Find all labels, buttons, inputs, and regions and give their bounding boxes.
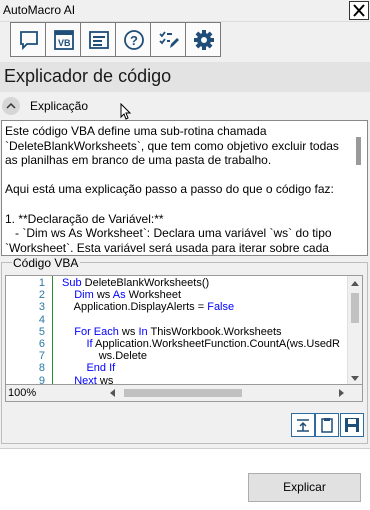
- document-button[interactable]: [80, 22, 116, 57]
- code-editor[interactable]: 123456789 Sub DeleteBlankWorksheets() Di…: [5, 275, 363, 385]
- header-band: Explicador de código: [0, 62, 370, 92]
- code-line: For Each ws In ThisWorkbook.Worksheets: [62, 325, 282, 338]
- help-icon: ?: [124, 30, 144, 50]
- code-line: ws.Delete: [62, 350, 147, 362]
- line-number: 2: [38, 289, 45, 302]
- chat-button[interactable]: [10, 22, 46, 57]
- mouse-cursor-icon: [120, 103, 132, 120]
- close-icon: [353, 4, 365, 17]
- line-number: 3: [38, 301, 45, 314]
- insert-code-icon: [297, 419, 309, 432]
- code-keyword: Dim: [74, 289, 94, 302]
- save-icon: [345, 418, 359, 432]
- code-token: Application.DisplayAlerts =: [73, 301, 208, 314]
- line-number: 4: [38, 313, 45, 326]
- explanation-text: Este código VBA define uma sub-rotina ch…: [5, 124, 339, 255]
- code-section-label: Código VBA: [12, 256, 80, 270]
- explanation-section-header: Explicação: [0, 96, 370, 116]
- toolbar: VB ?: [10, 22, 221, 57]
- code-text[interactable]: Sub DeleteBlankWorksheets() Dim ws As Wo…: [62, 276, 348, 385]
- line-number-gutter: 123456789: [6, 276, 51, 385]
- code-keyword: False: [207, 301, 235, 314]
- explanation-label: Explicação: [30, 99, 89, 113]
- copy-button[interactable]: [315, 413, 339, 437]
- scroll-down-icon[interactable]: [351, 376, 359, 381]
- code-vertical-scrollbar[interactable]: [347, 276, 362, 384]
- insert-code-button[interactable]: [291, 413, 315, 437]
- settings-button[interactable]: [185, 22, 221, 57]
- vba-button[interactable]: VB: [45, 22, 81, 57]
- chat-icon: [20, 31, 38, 51]
- scroll-thumb-vertical[interactable]: [351, 293, 359, 323]
- code-line: End If: [62, 362, 115, 374]
- gear-icon: [194, 30, 214, 50]
- code-token: Application.WorksheetFunction.CountA(ws.…: [92, 338, 340, 350]
- explanation-textbox[interactable]: Este código VBA define uma sub-rotina ch…: [1, 120, 368, 256]
- code-horizontal-scrollbar[interactable]: 100%: [5, 385, 363, 402]
- vb-icon: VB: [54, 30, 74, 50]
- title-bar: AutoMacro AI: [0, 0, 370, 22]
- line-number: 5: [38, 325, 45, 338]
- code-token: ThisWorkbook.Worksheets: [147, 325, 282, 338]
- code-token: ws.Delete: [98, 350, 147, 363]
- scroll-up-icon[interactable]: [351, 281, 359, 286]
- line-number: 1: [38, 277, 45, 289]
- code-token: ws: [118, 325, 139, 338]
- scroll-right-icon[interactable]: [339, 389, 344, 397]
- code-keyword: Sub: [62, 277, 82, 289]
- collapse-button[interactable]: [2, 97, 20, 115]
- svg-text:?: ?: [130, 33, 138, 48]
- page-title: Explicador de código: [4, 66, 172, 86]
- code-line: Application.DisplayAlerts = False: [62, 301, 235, 314]
- code-token: DeleteBlankWorksheets(): [81, 277, 210, 289]
- document-icon: [89, 31, 109, 49]
- scroll-left-icon[interactable]: [110, 389, 115, 397]
- code-keyword: End If: [86, 362, 116, 375]
- code-keyword: As: [112, 289, 126, 302]
- line-number: 8: [38, 362, 45, 375]
- code-keyword: In: [138, 325, 148, 338]
- save-button[interactable]: [340, 413, 364, 437]
- clipboard-icon: [321, 418, 333, 433]
- svg-text:VB: VB: [58, 38, 71, 48]
- help-button[interactable]: ?: [115, 22, 151, 57]
- explanation-scrollbar[interactable]: [356, 137, 361, 165]
- code-line: Sub DeleteBlankWorksheets(): [62, 277, 209, 289]
- code-keyword: Next: [74, 374, 97, 385]
- chevron-up-icon: [6, 102, 16, 109]
- code-token: ws: [93, 289, 113, 302]
- line-number: 9: [38, 374, 45, 385]
- zoom-level[interactable]: 100%: [8, 387, 36, 399]
- code-line: If Application.WorksheetFunction.CountA(…: [62, 338, 340, 350]
- line-number: 7: [38, 350, 45, 363]
- line-number: 6: [38, 338, 45, 350]
- edit-checklist-icon: [159, 31, 179, 48]
- code-line: Dim ws As Worksheet: [62, 289, 181, 301]
- scroll-thumb-horizontal[interactable]: [124, 389, 242, 397]
- code-keyword: For Each: [74, 325, 119, 338]
- edit-checklist-button[interactable]: [150, 22, 186, 57]
- code-token: Worksheet: [125, 289, 182, 302]
- close-button[interactable]: [349, 1, 369, 20]
- explain-button[interactable]: Explicar: [248, 473, 361, 502]
- window-title: AutoMacro AI: [3, 3, 76, 17]
- code-token: ws: [96, 374, 114, 385]
- code-line: Next ws: [62, 374, 114, 385]
